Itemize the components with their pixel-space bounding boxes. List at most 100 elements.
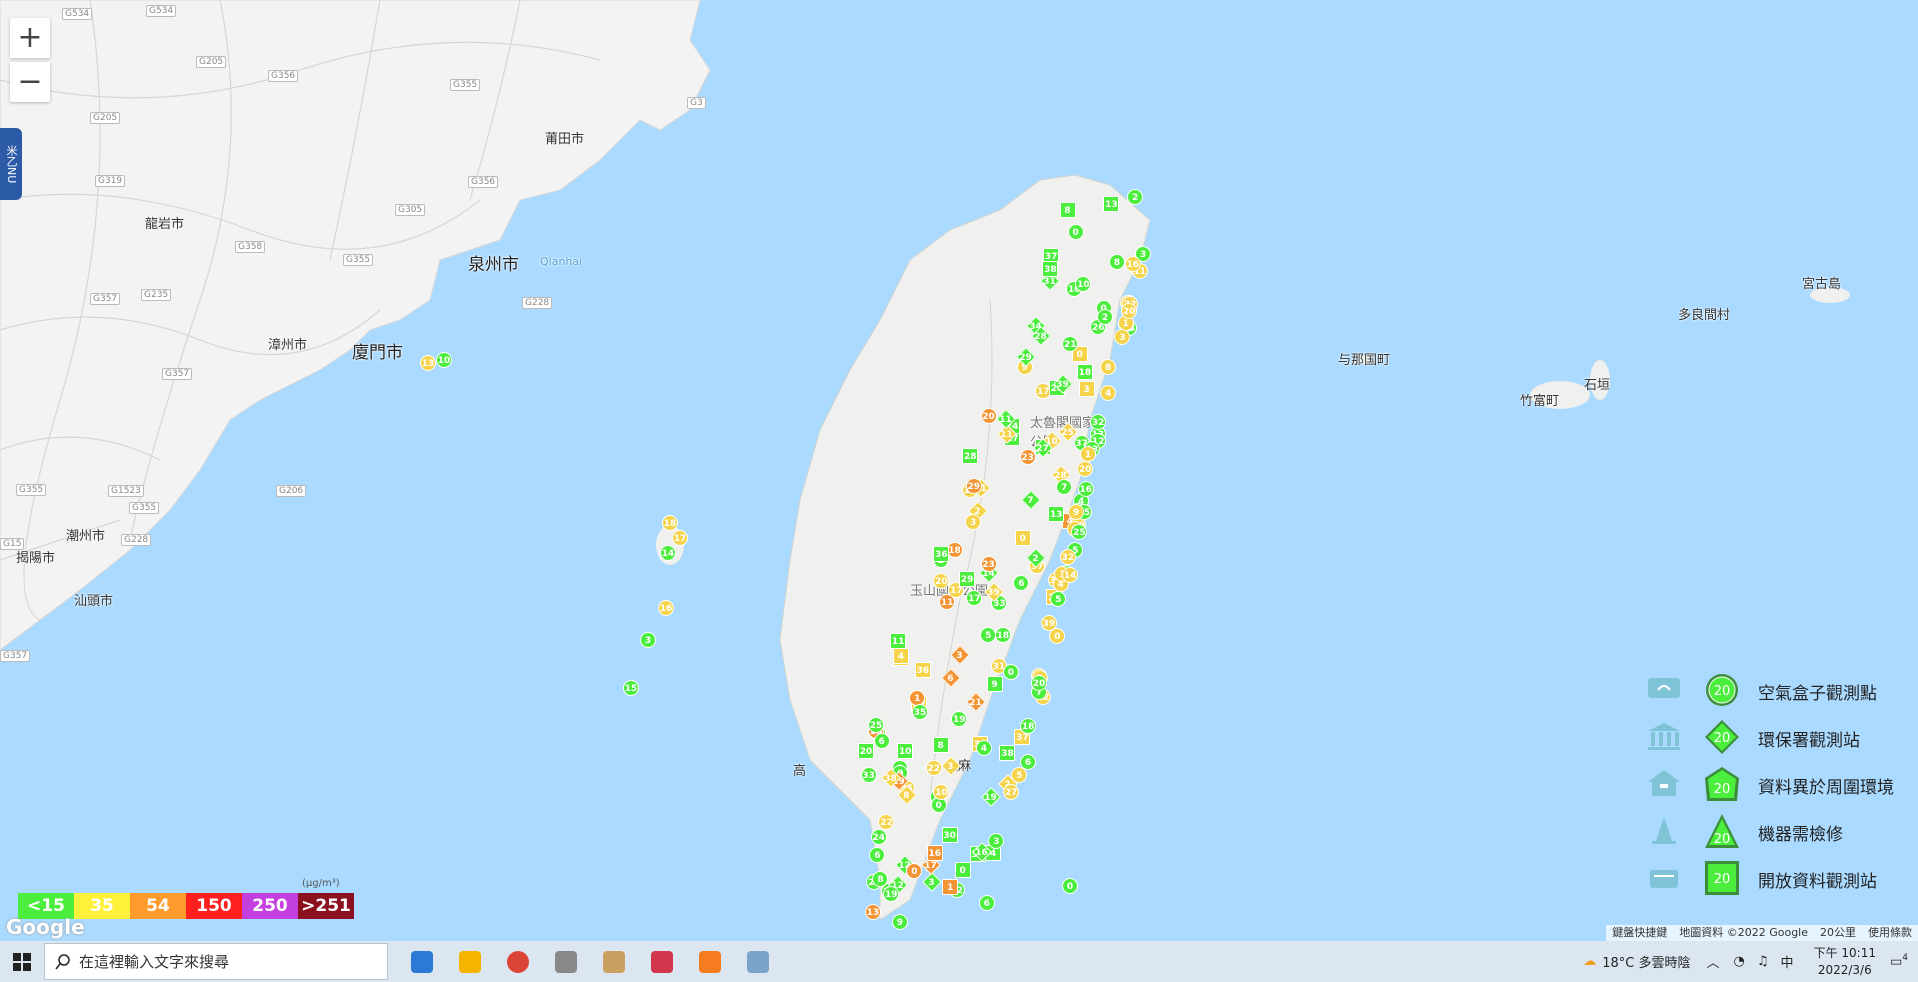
sensor-marker[interactable]: 0 (1062, 878, 1078, 894)
sensor-marker[interactable]: 3 (1078, 381, 1095, 398)
sensor-marker[interactable]: 17 (966, 589, 983, 606)
aqi-scale-cell: >251 (298, 893, 354, 919)
sensor-marker[interactable]: 13 (1048, 506, 1065, 523)
taskbar-app-icon[interactable] (638, 941, 686, 982)
sensor-marker[interactable]: 0 (1014, 530, 1031, 547)
sensor-marker[interactable]: 0 (1067, 224, 1084, 241)
sensor-marker[interactable]: 0 (906, 862, 923, 879)
sensor-marker[interactable]: 18 (1076, 364, 1093, 381)
place-label: 漳州市 (268, 338, 308, 353)
zoom-out-button[interactable]: − (10, 62, 50, 102)
taskbar-app-icon[interactable] (494, 941, 542, 982)
sensor-marker[interactable]: 11 (890, 633, 907, 650)
sensor-marker[interactable]: 22 (878, 814, 895, 831)
terms-link[interactable]: 使用條款 (1868, 925, 1912, 941)
weather-text[interactable]: 18°C 多雲時陰 (1602, 952, 1690, 971)
scale-bar[interactable]: 20公里 (1820, 925, 1856, 941)
sensor-marker[interactable]: 17 (672, 530, 688, 546)
sensor-marker[interactable]: 25 (868, 716, 885, 733)
sensor-marker[interactable]: 21 (1062, 336, 1079, 353)
sensor-marker[interactable]: 20 (933, 573, 950, 590)
sensor-marker[interactable]: 32 (1059, 548, 1076, 565)
sensor-marker[interactable]: 23 (1019, 449, 1036, 466)
sensor-marker[interactable]: 11 (939, 594, 956, 611)
sensor-marker[interactable]: 20 (1077, 461, 1094, 478)
sensor-marker[interactable]: 0 (1002, 664, 1019, 681)
sensor-marker[interactable]: 13 (864, 903, 881, 920)
zoom-in-button[interactable]: + (10, 18, 50, 58)
sensor-marker[interactable]: 38 (1042, 261, 1059, 278)
sensor-marker[interactable]: 10 (1075, 275, 1092, 292)
sensor-marker[interactable]: 15 (623, 680, 639, 696)
sensor-marker[interactable]: 10 (933, 784, 950, 801)
sensor-marker[interactable]: 16 (1124, 255, 1141, 272)
sensor-marker[interactable]: 14 (1062, 567, 1079, 584)
sensor-marker[interactable]: 9 (891, 913, 908, 930)
sensor-marker[interactable]: 38 (999, 744, 1016, 761)
sensor-marker[interactable]: 20 (1031, 675, 1047, 692)
sensor-marker[interactable]: 27 (1003, 784, 1020, 801)
sensor-marker[interactable]: 18 (994, 627, 1011, 644)
sensor-marker[interactable]: 16 (658, 600, 674, 616)
sensor-marker[interactable]: 16 (926, 845, 943, 862)
taskbar-app-icon[interactable] (446, 941, 494, 982)
start-button[interactable] (0, 941, 44, 982)
sensor-marker[interactable]: 1 (942, 879, 959, 896)
sensor-marker[interactable]: 13 (420, 355, 436, 371)
taskbar-app-icon[interactable] (686, 941, 734, 982)
place-label: 竹富町 (1520, 394, 1560, 409)
taskbar-app-icon[interactable] (398, 941, 446, 982)
sensor-marker[interactable]: 3 (640, 632, 656, 648)
legend-label: 機器需檢修 (1758, 825, 1843, 845)
sensor-marker[interactable]: 4 (975, 740, 992, 757)
sensor-marker[interactable]: 18 (662, 515, 678, 531)
network-icon[interactable]: ◔ (1734, 954, 1745, 969)
sensor-marker[interactable]: 8 (932, 736, 949, 753)
sensor-marker[interactable]: 10 (897, 742, 914, 759)
sensor-marker[interactable]: 23 (980, 555, 997, 572)
sensor-marker[interactable]: 19 (883, 885, 900, 902)
sensor-marker[interactable]: 32 (1090, 413, 1107, 430)
ime-indicator[interactable]: 中 (1781, 952, 1794, 971)
road-shield: G3 (687, 97, 706, 109)
sensor-marker[interactable]: 9 (986, 675, 1003, 692)
keyboard-shortcuts-link[interactable]: 鍵盤快捷鍵 (1612, 925, 1667, 941)
sensor-marker[interactable]: 16 (1077, 481, 1094, 498)
sensor-marker[interactable]: 20 (858, 743, 875, 760)
taskbar-app-icon[interactable] (590, 941, 638, 982)
chevron-up-icon[interactable]: ︿ (1707, 952, 1720, 971)
taskbar-app-icon[interactable] (734, 941, 782, 982)
sensor-marker[interactable]: 20 (980, 408, 997, 425)
sensor-marker[interactable]: 18 (1020, 717, 1037, 734)
search-placeholder: 在這裡輸入文字來搜尋 (79, 953, 230, 971)
volume-icon[interactable]: ♫ (1757, 954, 1769, 969)
notification-icon[interactable]: ▭4 (1890, 953, 1908, 969)
sensor-marker[interactable]: 30 (941, 826, 958, 843)
sensor-marker[interactable]: 6 (1020, 753, 1037, 770)
sensor-marker[interactable]: 6 (978, 894, 995, 911)
sensor-marker[interactable]: 29 (965, 478, 982, 495)
map-canvas[interactable]: + − 米乙NU 莆田市 龍岩市 泉州市 Qianhai 漳州市 廈門市 潮州市… (0, 0, 1918, 941)
sensor-marker[interactable]: 4 (892, 647, 909, 664)
sensor-marker[interactable]: 3 (1114, 328, 1131, 345)
sensor-marker[interactable]: 8 (1059, 201, 1076, 218)
sensor-marker[interactable]: 33 (860, 766, 877, 783)
sensor-marker[interactable]: 14 (660, 545, 676, 561)
sensor-marker[interactable]: 29 (959, 571, 976, 588)
sensor-marker[interactable]: 10 (436, 352, 452, 368)
taskbar-app-icon[interactable] (542, 941, 590, 982)
taskbar-search-box[interactable]: 在這裡輸入文字來搜尋 (44, 943, 388, 980)
sensor-marker[interactable]: 0 (954, 861, 971, 878)
sensor-marker[interactable]: 28 (962, 448, 979, 465)
taskbar-clock[interactable]: 下午 10:11 2022/3/6 (1814, 945, 1876, 979)
legend-marker-diamond: 20 (1704, 719, 1740, 755)
sensor-marker[interactable]: 5 (980, 626, 997, 643)
side-menu-tab[interactable]: 米乙NU (0, 128, 22, 200)
sensor-marker[interactable]: 22 (925, 760, 942, 777)
place-label: 龍岩市 (145, 217, 185, 232)
sensor-marker[interactable]: 36 (914, 662, 931, 679)
road-shield: G357 (162, 368, 193, 380)
sensor-marker[interactable]: 24 (870, 829, 887, 846)
sensor-marker[interactable]: 36 (933, 545, 950, 562)
sensor-marker[interactable]: 13 (1103, 196, 1120, 213)
